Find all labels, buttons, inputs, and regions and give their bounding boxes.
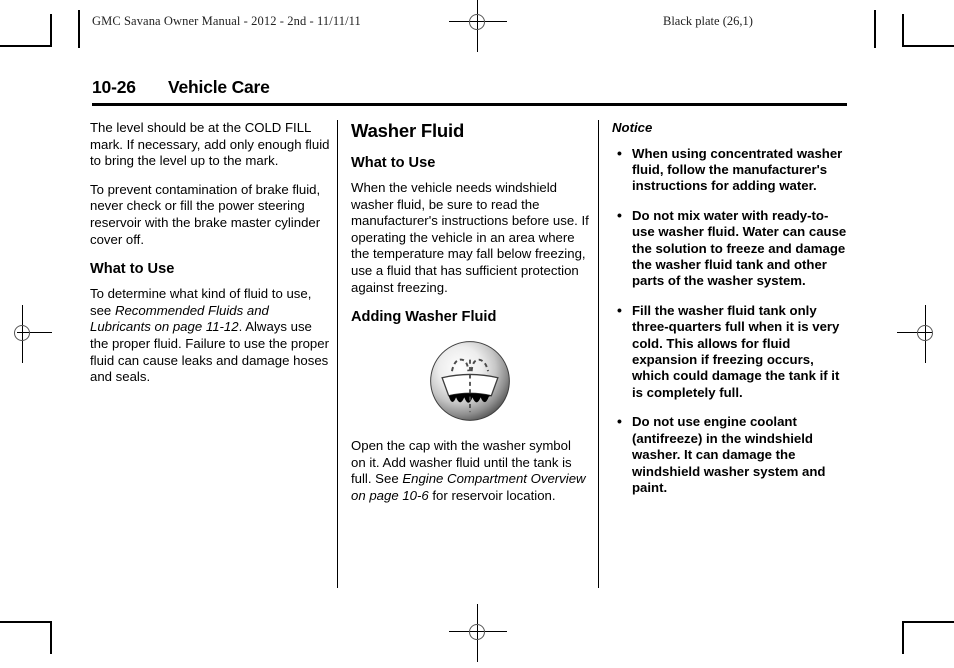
column-middle: Washer Fluid What to Use When the vehicl… [351,120,589,505]
paragraph-brake-contamination: To prevent contamination of brake fluid,… [90,181,321,247]
washer-symbol-figure [351,340,589,422]
notice-text: Do not use engine coolant (antifreeze) i… [632,414,826,495]
notice-list: • When using concentrated washer fluid, … [612,144,848,497]
list-item: • Do not use engine coolant (antifreeze)… [612,413,848,496]
page-content: The level should be at the COLD FILL mar… [0,120,954,590]
page-number: 10-26 [92,77,136,97]
page-title: Vehicle Care [168,77,270,97]
bullet-icon: • [617,413,622,430]
list-item: • When using concentrated washer fluid, … [612,144,848,195]
notice-text: When using concentrated washer fluid, fo… [632,145,843,194]
list-item: • Do not mix water with ready-to-use was… [612,206,848,290]
bullet-icon: • [617,144,622,161]
bullet-icon: • [617,206,622,223]
manual-title-text: GMC Savana Owner Manual - 2012 - 2nd - 1… [92,14,361,28]
crop-mark-bottom-left-vertical [50,622,52,654]
registration-target-bottom-icon [449,604,507,662]
notice-text: Fill the washer fluid tank only three-qu… [632,302,840,400]
list-item: • Fill the washer fluid tank only three-… [612,301,848,401]
crop-mark-top-left-horizontal [0,45,52,47]
page-title-block: 10-26 Vehicle Care [92,77,847,106]
crop-mark-bottom-left-horizontal [0,621,52,623]
crop-mark-bottom-right-horizontal [902,621,954,623]
column-divider-2 [598,120,599,588]
page-header: GMC Savana Owner Manual - 2012 - 2nd - 1… [0,14,954,38]
crop-mark-bottom-right-vertical [902,622,904,654]
paragraph-cold-fill: The level should be at the COLD FILL mar… [90,120,330,169]
column-right: Notice • When using concentrated washer … [612,120,848,496]
black-plate-text: Black plate (26,1) [663,14,753,28]
text-run: for reservoir location. [428,487,556,503]
paragraph-fluid-type: To determine what kind of fluid to use, … [90,286,330,386]
column-left: The level should be at the COLD FILL mar… [90,120,330,386]
heading-adding-washer-fluid: Adding Washer Fluid [351,309,497,326]
bullet-icon: • [617,301,622,318]
heading-what-to-use-left: What to Use [90,261,175,278]
paragraph-washer-fluid-use: When the vehicle needs windshield washer… [351,180,589,295]
heading-washer-fluid: Washer Fluid [351,120,465,141]
paragraph-open-cap: Open the cap with the washer symbol on i… [351,438,589,504]
notice-label: Notice [612,120,653,135]
column-divider-1 [337,120,338,588]
windshield-washer-symbol-icon [430,341,510,422]
crop-mark-top-right-horizontal [902,45,954,47]
notice-text: Do not mix water with ready-to-use washe… [632,207,847,289]
title-underline-rule [92,103,847,106]
heading-what-to-use-middle: What to Use [351,155,436,171]
